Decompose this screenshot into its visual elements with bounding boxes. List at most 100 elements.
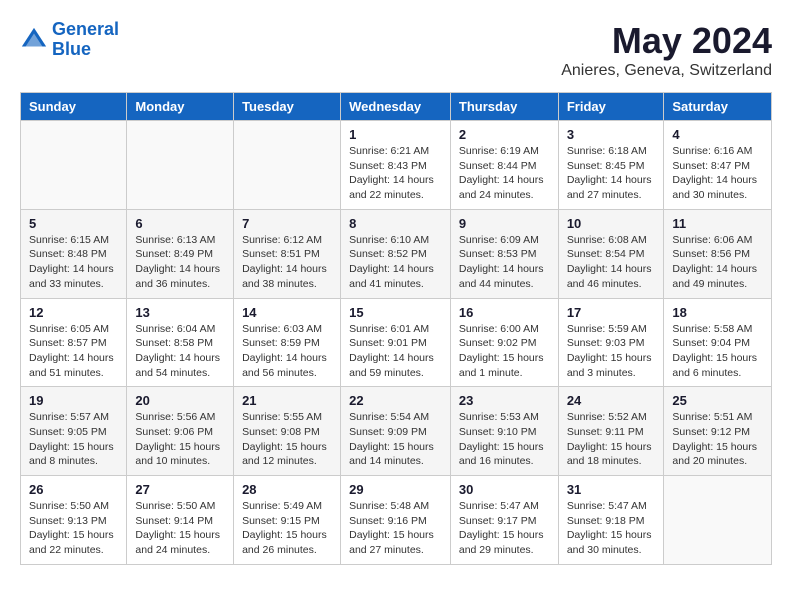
day-number: 17 [567,305,656,320]
calendar-cell-w2-d4: 9Sunrise: 6:09 AM Sunset: 8:53 PM Daylig… [450,209,558,298]
calendar-cell-w1-d4: 2 Sunrise: 6:19 AM Sunset: 8:44 PM Daylig… [450,121,558,210]
calendar-cell-w2-d6: 11 Sunrise: 6:06 AM Sunset: 8:56 PM Dayli… [664,209,772,298]
calendar-cell-w5-d4: 30Sunrise: 5:47 AM Sunset: 9:17 PM Dayli… [450,476,558,565]
calendar-cell-w3-d3: 15Sunrise: 6:01 AM Sunset: 9:01 PM Dayli… [341,298,451,387]
day-info: Sunrise: 6:18 AM Sunset: 8:45 PM Dayligh… [567,144,656,203]
day-number: 18 [672,305,763,320]
day-info: Sunrise: 6:12 AM Sunset: 8:51 PM Dayligh… [242,233,332,292]
calendar-cell-w3-d0: 12Sunrise: 6:05 AM Sunset: 8:57 PM Dayli… [21,298,127,387]
day-number: 24 [567,393,656,408]
header-wednesday: Wednesday [341,93,451,121]
day-info: Sunrise: 5:47 AM Sunset: 9:18 PM Dayligh… [567,499,656,558]
calendar-cell-w4-d6: 25Sunrise: 5:51 AM Sunset: 9:12 PM Dayli… [664,387,772,476]
day-number: 3 [567,127,656,142]
calendar-cell-w4-d3: 22Sunrise: 5:54 AM Sunset: 9:09 PM Dayli… [341,387,451,476]
calendar-cell-w5-d5: 31 Sunrise: 5:47 AM Sunset: 9:18 PM Dayli… [558,476,664,565]
calendar-cell-w3-d4: 16Sunrise: 6:00 AM Sunset: 9:02 PM Dayli… [450,298,558,387]
calendar-cell-w1-d1 [127,121,234,210]
header-monday: Monday [127,93,234,121]
calendar-cell-w4-d1: 20Sunrise: 5:56 AM Sunset: 9:06 PM Dayli… [127,387,234,476]
calendar-cell-w4-d5: 24 Sunrise: 5:52 AM Sunset: 9:11 PM Dayli… [558,387,664,476]
calendar-cell-w2-d5: 10 Sunrise: 6:08 AM Sunset: 8:54 PM Dayli… [558,209,664,298]
header-sunday: Sunday [21,93,127,121]
day-info: Sunrise: 6:03 AM Sunset: 8:59 PM Dayligh… [242,322,332,381]
day-info: Sunrise: 6:00 AM Sunset: 9:02 PM Dayligh… [459,322,550,381]
logo-icon [20,26,48,54]
day-number: 9 [459,216,550,231]
calendar-week-2: 5 Sunrise: 6:15 AM Sunset: 8:48 PM Daylig… [21,209,772,298]
calendar-cell-w5-d0: 26Sunrise: 5:50 AM Sunset: 9:13 PM Dayli… [21,476,127,565]
day-info: Sunrise: 5:52 AM Sunset: 9:11 PM Dayligh… [567,410,656,469]
day-number: 2 [459,127,550,142]
calendar-cell-w1-d6: 4 Sunrise: 6:16 AM Sunset: 8:47 PM Daylig… [664,121,772,210]
day-info: Sunrise: 5:55 AM Sunset: 9:08 PM Dayligh… [242,410,332,469]
day-info: Sunrise: 6:06 AM Sunset: 8:56 PM Dayligh… [672,233,763,292]
calendar-cell-w1-d0 [21,121,127,210]
title-block: May 2024 Anieres, Geneva, Switzerland [561,20,772,80]
calendar-cell-w5-d1: 27 Sunrise: 5:50 AM Sunset: 9:14 PM Dayli… [127,476,234,565]
day-info: Sunrise: 5:57 AM Sunset: 9:05 PM Dayligh… [29,410,118,469]
calendar-header-row: Sunday Monday Tuesday Wednesday Thursday… [21,93,772,121]
calendar-cell-w2-d0: 5 Sunrise: 6:15 AM Sunset: 8:48 PM Daylig… [21,209,127,298]
day-number: 7 [242,216,332,231]
day-info: Sunrise: 5:50 AM Sunset: 9:14 PM Dayligh… [135,499,225,558]
calendar-cell-w3-d6: 18 Sunrise: 5:58 AM Sunset: 9:04 PM Dayli… [664,298,772,387]
day-number: 10 [567,216,656,231]
day-number: 31 [567,482,656,497]
calendar-cell-w3-d2: 14 Sunrise: 6:03 AM Sunset: 8:59 PM Dayli… [234,298,341,387]
day-info: Sunrise: 6:15 AM Sunset: 8:48 PM Dayligh… [29,233,118,292]
day-info: Sunrise: 6:01 AM Sunset: 9:01 PM Dayligh… [349,322,442,381]
day-number: 5 [29,216,118,231]
day-info: Sunrise: 6:19 AM Sunset: 8:44 PM Dayligh… [459,144,550,203]
calendar-cell-w3-d5: 17 Sunrise: 5:59 AM Sunset: 9:03 PM Dayli… [558,298,664,387]
calendar-cell-w4-d0: 19 Sunrise: 5:57 AM Sunset: 9:05 PM Dayli… [21,387,127,476]
day-number: 25 [672,393,763,408]
calendar-cell-w5-d6 [664,476,772,565]
day-info: Sunrise: 6:08 AM Sunset: 8:54 PM Dayligh… [567,233,656,292]
day-info: Sunrise: 6:13 AM Sunset: 8:49 PM Dayligh… [135,233,225,292]
logo-text: General Blue [52,20,119,60]
day-info: Sunrise: 6:10 AM Sunset: 8:52 PM Dayligh… [349,233,442,292]
day-number: 28 [242,482,332,497]
day-info: Sunrise: 5:58 AM Sunset: 9:04 PM Dayligh… [672,322,763,381]
calendar-cell-w4-d4: 23 Sunrise: 5:53 AM Sunset: 9:10 PM Dayli… [450,387,558,476]
subtitle: Anieres, Geneva, Switzerland [561,62,772,80]
calendar-cell-w5-d3: 29Sunrise: 5:48 AM Sunset: 9:16 PM Dayli… [341,476,451,565]
calendar-cell-w2-d2: 7 Sunrise: 6:12 AM Sunset: 8:51 PM Daylig… [234,209,341,298]
calendar-cell-w2-d3: 8 Sunrise: 6:10 AM Sunset: 8:52 PM Daylig… [341,209,451,298]
header-saturday: Saturday [664,93,772,121]
day-info: Sunrise: 5:59 AM Sunset: 9:03 PM Dayligh… [567,322,656,381]
day-number: 21 [242,393,332,408]
header-thursday: Thursday [450,93,558,121]
day-number: 27 [135,482,225,497]
day-number: 4 [672,127,763,142]
day-number: 13 [135,305,225,320]
logo: General Blue [20,20,119,60]
day-info: Sunrise: 6:21 AM Sunset: 8:43 PM Dayligh… [349,144,442,203]
day-number: 8 [349,216,442,231]
calendar-week-3: 12Sunrise: 6:05 AM Sunset: 8:57 PM Dayli… [21,298,772,387]
calendar-cell-w3-d1: 13 Sunrise: 6:04 AM Sunset: 8:58 PM Dayli… [127,298,234,387]
day-info: Sunrise: 5:50 AM Sunset: 9:13 PM Dayligh… [29,499,118,558]
day-number: 19 [29,393,118,408]
day-number: 22 [349,393,442,408]
calendar-week-5: 26Sunrise: 5:50 AM Sunset: 9:13 PM Dayli… [21,476,772,565]
day-number: 23 [459,393,550,408]
calendar-cell-w5-d2: 28 Sunrise: 5:49 AM Sunset: 9:15 PM Dayli… [234,476,341,565]
calendar-cell-w1-d5: 3 Sunrise: 6:18 AM Sunset: 8:45 PM Daylig… [558,121,664,210]
calendar-cell-w2-d1: 6Sunrise: 6:13 AM Sunset: 8:49 PM Daylig… [127,209,234,298]
day-number: 11 [672,216,763,231]
day-info: Sunrise: 6:16 AM Sunset: 8:47 PM Dayligh… [672,144,763,203]
day-info: Sunrise: 6:04 AM Sunset: 8:58 PM Dayligh… [135,322,225,381]
header-friday: Friday [558,93,664,121]
day-number: 14 [242,305,332,320]
day-info: Sunrise: 5:49 AM Sunset: 9:15 PM Dayligh… [242,499,332,558]
day-number: 1 [349,127,442,142]
day-number: 12 [29,305,118,320]
day-info: Sunrise: 5:53 AM Sunset: 9:10 PM Dayligh… [459,410,550,469]
calendar-week-1: 1 Sunrise: 6:21 AM Sunset: 8:43 PM Daylig… [21,121,772,210]
calendar-cell-w1-d3: 1 Sunrise: 6:21 AM Sunset: 8:43 PM Daylig… [341,121,451,210]
day-info: Sunrise: 5:47 AM Sunset: 9:17 PM Dayligh… [459,499,550,558]
day-info: Sunrise: 5:48 AM Sunset: 9:16 PM Dayligh… [349,499,442,558]
day-info: Sunrise: 5:56 AM Sunset: 9:06 PM Dayligh… [135,410,225,469]
